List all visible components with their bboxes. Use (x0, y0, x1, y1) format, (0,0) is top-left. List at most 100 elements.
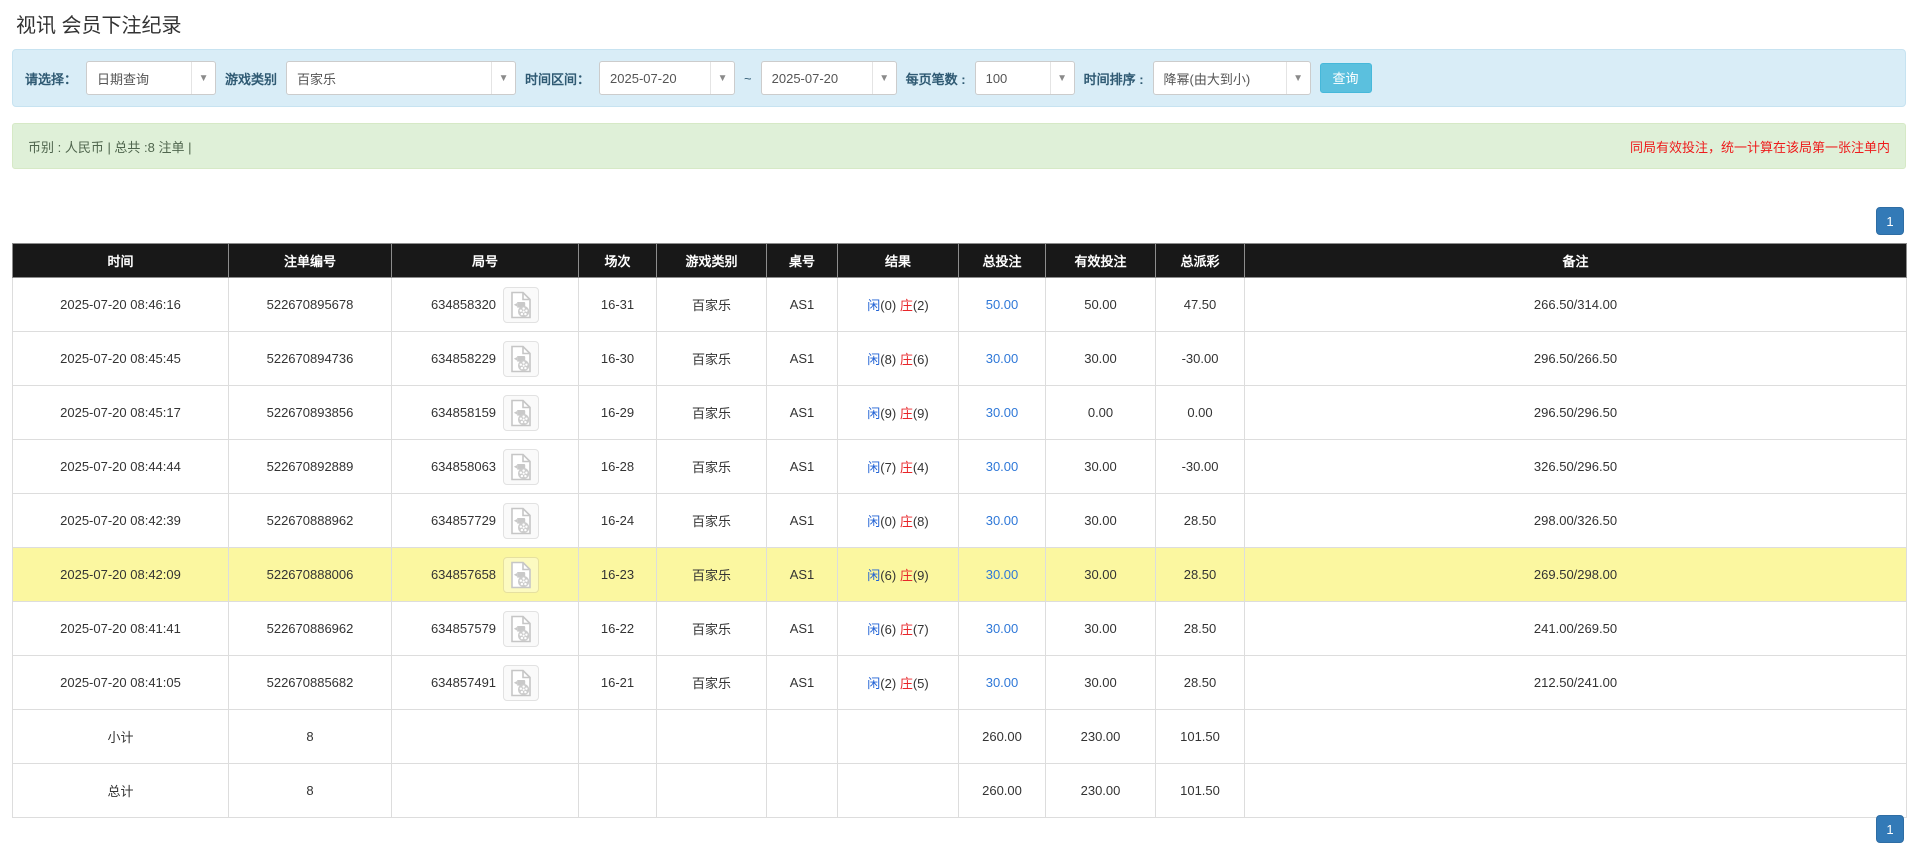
bet-no-cell: 522670893856 (228, 385, 392, 440)
remark-cell: 296.50/296.50 (1244, 385, 1907, 440)
col-table-no: 桌号 (766, 243, 838, 278)
date-from-select[interactable]: 2025-07-20 ▼ (599, 61, 736, 95)
result-cell: 闲(9) 庄(9) (837, 385, 959, 440)
table-no-cell: AS1 (766, 601, 838, 656)
round-no-cell: 634857658 (391, 547, 579, 602)
player-label: 闲 (867, 352, 881, 367)
player-points: (7) (880, 460, 897, 475)
query-type-value: 日期查询 (97, 71, 150, 87)
chevron-down-icon[interactable]: ▼ (491, 62, 515, 94)
date-to-select[interactable]: 2025-07-20 ▼ (760, 61, 897, 95)
banker-points: (6) (912, 352, 929, 367)
search-button[interactable]: 查询 (1319, 63, 1372, 93)
total-bet-link[interactable]: 30.00 (986, 621, 1019, 636)
video-replay-button[interactable] (503, 448, 540, 485)
banker-label: 庄 (899, 676, 913, 691)
remark-cell: 241.00/269.50 (1244, 601, 1907, 656)
total-bet-cell: 30.00 (958, 547, 1046, 602)
chevron-down-icon[interactable]: ▼ (710, 62, 734, 94)
chevron-down-icon[interactable]: ▼ (1049, 62, 1074, 94)
time-cell: 2025-07-20 08:41:05 (12, 655, 229, 710)
page-button-1[interactable]: 1 (1876, 207, 1904, 235)
video-replay-button[interactable] (503, 610, 540, 647)
player-points: (0) (880, 514, 897, 529)
total-bet-cell: 30.00 (958, 601, 1046, 656)
round-no: 634857579 (430, 621, 497, 636)
video-replay-button[interactable] (503, 394, 540, 431)
bet-no-cell: 522670888006 (228, 547, 392, 602)
banker-label: 庄 (899, 352, 913, 367)
total-bet-link[interactable]: 30.00 (986, 351, 1019, 366)
banker-label: 庄 (899, 514, 913, 529)
table-row: 2025-07-20 08:45:17 522670893856 6348581… (12, 385, 1907, 440)
table-row: 2025-07-20 08:45:45 522670894736 6348582… (12, 331, 1907, 386)
col-time: 时间 (12, 243, 229, 278)
session-cell: 16-22 (578, 601, 657, 656)
result-cell: 闲(0) 庄(2) (837, 277, 959, 332)
time-range-label: 时间区间： (525, 71, 591, 87)
total-bet-link[interactable]: 30.00 (986, 459, 1019, 474)
subtotal-payout: 101.50 (1155, 709, 1245, 764)
query-type-select[interactable]: 日期查询 ▼ (86, 61, 217, 95)
total-bet-cell: 30.00 (958, 331, 1046, 386)
table-header-row: 时间 注单编号 局号 场次 游戏类别 桌号 结果 总投注 有效投注 总派彩 备注 (12, 243, 1907, 278)
video-replay-button[interactable] (503, 502, 540, 539)
video-replay-button[interactable] (503, 286, 540, 323)
total-valid-bet: 230.00 (1045, 763, 1156, 818)
result-cell: 闲(2) 庄(5) (837, 655, 959, 710)
date-from-value: 2025-07-20 (610, 70, 677, 86)
payout-cell: 28.50 (1155, 601, 1245, 656)
video-replay-button[interactable] (503, 556, 540, 593)
round-no-cell: 634857491 (391, 655, 579, 710)
remark-cell: 298.00/326.50 (1244, 493, 1907, 548)
col-total-bet: 总投注 (958, 243, 1046, 278)
banker-label: 庄 (899, 622, 913, 637)
total-bet-link[interactable]: 30.00 (986, 567, 1019, 582)
game-category-select[interactable]: 百家乐 ▼ (286, 61, 517, 95)
remark-cell: 212.50/241.00 (1244, 655, 1907, 710)
game-cell: 百家乐 (656, 493, 767, 548)
table-row: 2025-07-20 08:46:16 522670895678 6348583… (12, 277, 1907, 332)
total-bet-link[interactable]: 50.00 (986, 297, 1019, 312)
total-bet-link[interactable]: 30.00 (986, 405, 1019, 420)
video-replay-button[interactable] (503, 664, 540, 701)
table-row-highlighted: 2025-07-20 08:42:09 522670888006 6348576… (12, 547, 1907, 602)
session-cell: 16-21 (578, 655, 657, 710)
payout-cell: 28.50 (1155, 655, 1245, 710)
chevron-down-icon[interactable]: ▼ (1285, 62, 1310, 94)
sort-select[interactable]: 降幂(由大到小) ▼ (1152, 61, 1311, 95)
table-no-cell: AS1 (766, 655, 838, 710)
banker-points: (9) (912, 568, 929, 583)
player-label: 闲 (867, 460, 881, 475)
time-cell: 2025-07-20 08:45:17 (12, 385, 229, 440)
player-label: 闲 (867, 406, 881, 421)
valid-bet-cell: 30.00 (1045, 493, 1156, 548)
banker-points: (8) (912, 514, 929, 529)
page-button-1[interactable]: 1 (1876, 815, 1904, 843)
round-no: 634858159 (430, 405, 497, 420)
bet-no-cell: 522670885682 (228, 655, 392, 710)
col-game: 游戏类别 (656, 243, 767, 278)
bet-no-cell: 522670892889 (228, 439, 392, 494)
video-file-icon (511, 453, 531, 480)
round-no: 634858063 (430, 459, 497, 474)
total-bet-cell: 50.00 (958, 277, 1046, 332)
bet-no-cell: 522670894736 (228, 331, 392, 386)
bet-no-cell: 522670888962 (228, 493, 392, 548)
col-result: 结果 (837, 243, 959, 278)
subtotal-label: 小计 (12, 709, 229, 764)
chevron-down-icon[interactable]: ▼ (191, 62, 215, 94)
video-file-icon (511, 345, 531, 372)
col-session: 场次 (578, 243, 657, 278)
page-size-select[interactable]: 100 ▼ (974, 61, 1075, 95)
game-cell: 百家乐 (656, 331, 767, 386)
chevron-down-icon[interactable]: ▼ (871, 62, 896, 94)
time-cell: 2025-07-20 08:45:45 (12, 331, 229, 386)
time-cell: 2025-07-20 08:42:09 (12, 547, 229, 602)
total-bet-link[interactable]: 30.00 (986, 513, 1019, 528)
session-cell: 16-23 (578, 547, 657, 602)
round-no: 634857491 (430, 675, 497, 690)
total-bet-link[interactable]: 30.00 (986, 675, 1019, 690)
col-round-no: 局号 (391, 243, 579, 278)
video-replay-button[interactable] (503, 340, 540, 377)
